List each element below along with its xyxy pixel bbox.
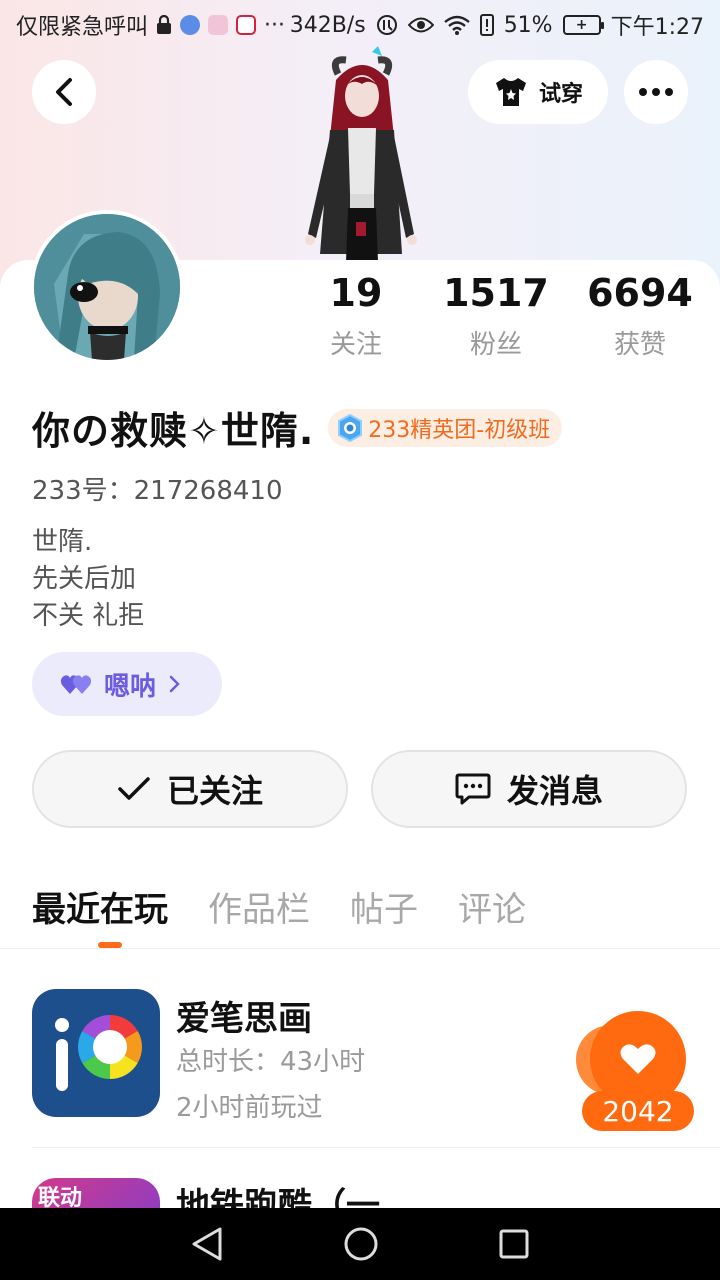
following-stat[interactable]: 19 关注 bbox=[296, 270, 416, 361]
try-on-button[interactable]: 试穿 bbox=[468, 60, 608, 124]
hearts-icon bbox=[60, 675, 92, 694]
tab-divider bbox=[0, 948, 720, 949]
back-button[interactable] bbox=[32, 60, 96, 124]
game-title: 地铁跑酷（一… bbox=[176, 1186, 414, 1208]
tab-recently-played[interactable]: 最近在玩 bbox=[32, 882, 168, 931]
tshirt-icon bbox=[495, 78, 526, 106]
profile-tabs: 最近在玩 作品栏 帖子 评论 bbox=[32, 882, 526, 931]
back-triangle-icon[interactable] bbox=[190, 1226, 224, 1262]
check-icon bbox=[118, 777, 150, 800]
followed-label: 已关注 bbox=[166, 772, 263, 810]
user-avatar[interactable] bbox=[30, 210, 184, 364]
bio-line: 世隋. bbox=[32, 527, 93, 557]
video-app-icon bbox=[208, 15, 229, 35]
bio-line: 先关后加 bbox=[32, 564, 137, 594]
following-label: 关注 bbox=[329, 330, 382, 360]
lock-icon bbox=[157, 15, 172, 34]
medal-icon bbox=[338, 413, 363, 442]
status-bar: 仅限紧急呼叫 ··· 342B/s 51% + 下午1:27 bbox=[0, 0, 720, 50]
home-circle-icon[interactable] bbox=[343, 1226, 379, 1262]
chat-bubble-icon bbox=[455, 773, 491, 805]
heart-icon bbox=[620, 1044, 656, 1074]
more-dots-icon bbox=[639, 88, 673, 96]
following-count: 19 bbox=[329, 271, 383, 315]
likes-label: 获赞 bbox=[613, 330, 666, 360]
tab-posts[interactable]: 帖子 bbox=[350, 882, 418, 931]
list-divider bbox=[32, 1147, 720, 1148]
subway-surfers-app-icon: 联动 bbox=[32, 1178, 160, 1208]
carrier-text: 仅限紧急呼叫 bbox=[16, 15, 149, 40]
browser-app-icon bbox=[180, 15, 201, 35]
game-title: 爱笔思画 bbox=[176, 999, 312, 1039]
followers-count: 1517 bbox=[443, 271, 549, 315]
likes-stat[interactable]: 6694 获赞 bbox=[580, 270, 700, 361]
tag-pill[interactable]: 嗯呐 bbox=[32, 652, 222, 716]
more-notifications-icon: ··· bbox=[264, 12, 285, 38]
followed-button[interactable]: 已关注 bbox=[32, 750, 348, 828]
send-message-label: 发消息 bbox=[506, 772, 603, 810]
followers-label: 粉丝 bbox=[469, 330, 522, 360]
clock: 下午1:27 bbox=[610, 15, 704, 40]
user-id: 233号：217268410 bbox=[32, 476, 283, 506]
send-message-button[interactable]: 发消息 bbox=[371, 750, 687, 828]
likes-count: 6694 bbox=[587, 271, 693, 315]
battery-charging-icon: + bbox=[562, 15, 604, 35]
ibis-paint-app-icon bbox=[32, 989, 160, 1117]
game-list-item[interactable]: 联动 地铁跑酷（一… bbox=[32, 1178, 720, 1208]
more-options-button[interactable] bbox=[624, 60, 688, 124]
chevron-right-icon bbox=[169, 675, 180, 693]
game-last-played: 2小时前玩过 bbox=[176, 1093, 323, 1123]
tab-works[interactable]: 作品栏 bbox=[208, 882, 310, 931]
icon-text: 联动 bbox=[38, 1186, 83, 1208]
system-navigation-bar bbox=[0, 1208, 720, 1280]
tag-label: 嗯呐 bbox=[104, 671, 157, 702]
data-saver-icon bbox=[376, 15, 397, 35]
name-row: 你の救赎✧世隋. 233精英团-初级班 bbox=[32, 400, 563, 455]
username: 你の救赎✧世隋. bbox=[32, 409, 315, 453]
like-count: 2042 bbox=[582, 1091, 694, 1131]
wifi-icon bbox=[443, 15, 470, 35]
bio-line: 不关 礼拒 bbox=[32, 601, 145, 631]
network-speed: 342B/s bbox=[289, 12, 366, 38]
game-like-button[interactable]: 2042 bbox=[576, 1011, 696, 1131]
badge-label: 233精英团-初级班 bbox=[368, 417, 551, 443]
eye-icon bbox=[407, 17, 434, 33]
game-duration: 总时长：43小时 bbox=[176, 1047, 366, 1077]
battery-percentage: 51% bbox=[503, 12, 553, 38]
followers-stat[interactable]: 1517 粉丝 bbox=[436, 270, 556, 361]
game-list-item[interactable]: 爱笔思画 总时长：43小时 2小时前玩过 2042 bbox=[32, 989, 720, 1131]
recents-square-icon[interactable] bbox=[498, 1228, 530, 1260]
chevron-left-icon bbox=[56, 78, 72, 106]
membership-badge[interactable]: 233精英团-初级班 bbox=[328, 408, 563, 447]
tab-comments[interactable]: 评论 bbox=[458, 882, 526, 931]
try-on-label: 试穿 bbox=[538, 82, 583, 107]
phone-alert-icon bbox=[479, 14, 494, 36]
character-figure bbox=[290, 44, 430, 264]
record-app-icon bbox=[236, 15, 257, 35]
bio: 世隋. 先关后加 不关 礼拒 bbox=[32, 524, 144, 635]
